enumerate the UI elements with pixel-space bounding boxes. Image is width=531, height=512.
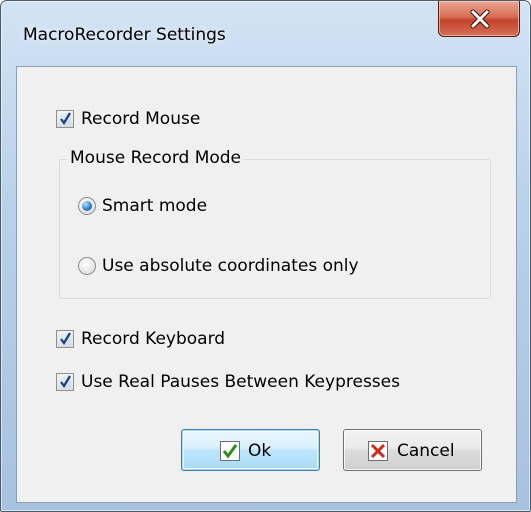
absolute-coordinates-radio[interactable] [78, 257, 96, 275]
absolute-coordinates-label[interactable]: Use absolute coordinates only [102, 256, 359, 276]
mouse-record-mode-group [59, 159, 491, 299]
smart-mode-radio[interactable] [78, 197, 96, 215]
green-check-icon [220, 441, 240, 461]
window-title: MacroRecorder Settings [23, 25, 226, 45]
ok-button-label: Ok [248, 441, 272, 461]
record-mouse-checkbox[interactable] [56, 110, 74, 128]
mouse-record-mode-title: Mouse Record Mode [67, 148, 245, 168]
ok-button[interactable]: Ok [181, 429, 320, 471]
record-mouse-label[interactable]: Record Mouse [81, 109, 200, 129]
real-pauses-checkbox[interactable] [56, 373, 74, 391]
close-icon [470, 9, 490, 29]
checkmark-icon [60, 112, 71, 125]
dialog-window: MacroRecorder Settings Record Mouse Mous… [0, 0, 531, 512]
cancel-button-label: Cancel [397, 441, 455, 461]
record-keyboard-checkbox[interactable] [56, 330, 74, 348]
real-pauses-label[interactable]: Use Real Pauses Between Keypresses [81, 372, 400, 392]
close-button[interactable] [438, 1, 520, 37]
smart-mode-label[interactable]: Smart mode [102, 196, 207, 216]
title-bar[interactable]: MacroRecorder Settings [1, 1, 530, 45]
checkmark-icon [60, 375, 71, 388]
red-x-icon [368, 441, 388, 461]
record-keyboard-label[interactable]: Record Keyboard [81, 329, 225, 349]
dialog-client-area: Record Mouse Mouse Record Mode Smart mod… [16, 66, 517, 503]
cancel-button[interactable]: Cancel [343, 429, 482, 471]
checkmark-icon [60, 332, 71, 345]
